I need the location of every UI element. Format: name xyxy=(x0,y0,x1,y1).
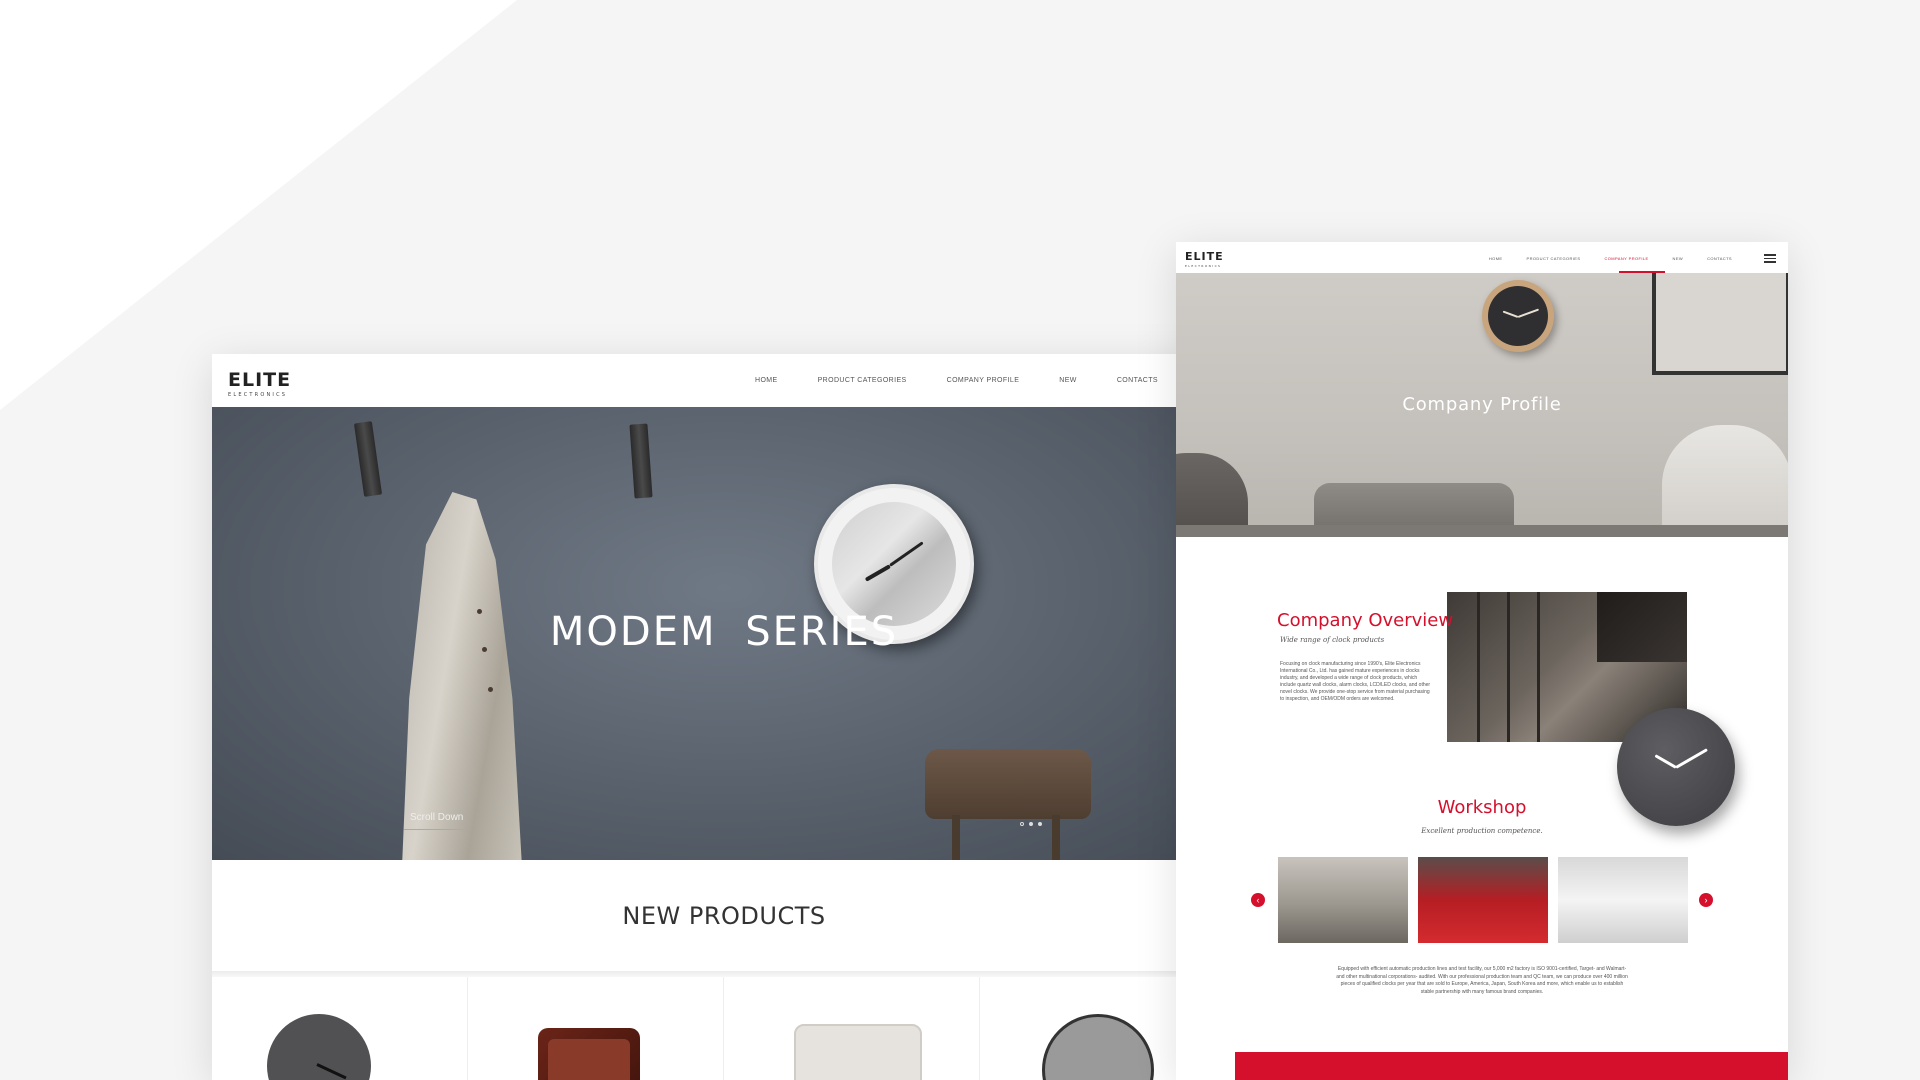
nav-product-categories[interactable]: PRODUCT CATEGORIES xyxy=(818,377,907,384)
workshop-heading: Workshop xyxy=(1437,797,1527,818)
floor xyxy=(1176,525,1788,537)
new-products-heading: NEW PRODUCTS xyxy=(622,902,826,930)
staircase xyxy=(1597,592,1687,662)
scroll-indicator-line xyxy=(404,829,464,830)
logo-subtext: ELECTRONICS xyxy=(1185,264,1222,268)
chair-leg xyxy=(1052,815,1060,860)
overview-paragraph: Focusing on clock manufacturing since 19… xyxy=(1280,661,1431,702)
nav-contacts[interactable]: CONTACTS xyxy=(1117,377,1158,384)
wall-frame-image xyxy=(1652,273,1788,375)
clocks-production-photo[interactable] xyxy=(1558,857,1688,943)
elite-logo[interactable]: ELITE ELECTRONICS xyxy=(1185,250,1224,268)
homepage-mockup: ELITE ELECTRONICS HOME PRODUCT CATEGORIE… xyxy=(212,354,1236,1080)
carousel-dot[interactable] xyxy=(1038,822,1042,826)
chair-leg xyxy=(952,815,960,860)
hero-banner: MODEM SERIES Scroll Down xyxy=(212,407,1236,860)
square-white-clock-image xyxy=(794,1024,922,1080)
coat-image xyxy=(402,492,522,860)
nav-product-categories[interactable]: PRODUCT CATEGORIES xyxy=(1527,256,1581,261)
chevron-right-icon[interactable]: › xyxy=(1699,893,1713,907)
product-grid xyxy=(212,977,1236,1080)
workers-photo[interactable] xyxy=(1418,857,1548,943)
hamburger-icon[interactable] xyxy=(1764,254,1776,263)
carousel-dot[interactable] xyxy=(1020,822,1024,826)
carousel-dot-active[interactable] xyxy=(1029,822,1033,826)
round-silver-clock-image xyxy=(1042,1014,1154,1080)
wall-hook-image xyxy=(353,421,383,497)
wall-hook-image xyxy=(629,423,653,499)
round-grey-clock-image xyxy=(267,1014,371,1080)
workshop-subtitle: Excellent production competence. xyxy=(1421,827,1543,835)
nav-menu: HOME PRODUCT CATEGORIES COMPANY PROFILE … xyxy=(715,377,1158,384)
clock-hand xyxy=(1654,754,1677,769)
nav-home[interactable]: HOME xyxy=(755,377,778,384)
chair-image xyxy=(925,749,1091,819)
company-hero-banner: Company Profile xyxy=(1176,273,1788,537)
product-card[interactable] xyxy=(212,977,468,1080)
overview-subtitle: Wide range of clock products xyxy=(1280,636,1385,644)
nav-menu: HOME PRODUCT CATEGORIES COMPANY PROFILE … xyxy=(1465,256,1732,261)
elite-logo[interactable]: ELITE ELECTRONICS xyxy=(228,369,291,398)
top-navigation: ELITE ELECTRONICS HOME PRODUCT CATEGORIE… xyxy=(212,354,1236,407)
logo-text: ELITE xyxy=(228,369,292,391)
company-profile-mockup: ELITE ELECTRONICS HOME PRODUCT CATEGORIE… xyxy=(1176,242,1788,1080)
shelf xyxy=(1537,592,1540,742)
workshop-paragraph: Equipped with efficient automatic produc… xyxy=(1336,966,1628,995)
product-card[interactable] xyxy=(468,977,724,1080)
hero-title: MODEM SERIES xyxy=(549,609,899,655)
clock-hand xyxy=(1675,748,1708,769)
nav-new[interactable]: NEW xyxy=(1059,377,1077,384)
chevron-left-icon[interactable]: ‹ xyxy=(1251,893,1265,907)
nav-company-profile[interactable]: COMPANY PROFILE xyxy=(1604,256,1648,261)
nav-contacts[interactable]: CONTACTS xyxy=(1707,256,1732,261)
carousel-dots xyxy=(1020,822,1042,826)
product-card[interactable] xyxy=(724,977,980,1080)
shelf xyxy=(1507,592,1510,742)
coat-button-image xyxy=(488,687,493,692)
nav-company-profile[interactable]: COMPANY PROFILE xyxy=(947,377,1020,384)
clock-face xyxy=(548,1039,630,1080)
factory-floor-photo[interactable] xyxy=(1278,857,1408,943)
scroll-down-link[interactable]: Scroll Down xyxy=(410,812,463,823)
workshop-gallery xyxy=(1278,857,1688,943)
top-navigation: ELITE ELECTRONICS HOME PRODUCT CATEGORIE… xyxy=(1176,242,1788,273)
logo-text: ELITE xyxy=(1185,250,1224,263)
shelf xyxy=(1477,592,1480,742)
armchair-image xyxy=(1662,425,1788,537)
logo-subtext: ELECTRONICS xyxy=(228,392,288,398)
nav-home[interactable]: HOME xyxy=(1489,256,1503,261)
wall-clock-image xyxy=(1482,280,1554,352)
nav-new[interactable]: NEW xyxy=(1673,256,1684,261)
overview-heading: Company Overview xyxy=(1277,610,1454,631)
footer-red-band xyxy=(1235,1052,1788,1080)
hero-title: Company Profile xyxy=(1402,394,1562,415)
